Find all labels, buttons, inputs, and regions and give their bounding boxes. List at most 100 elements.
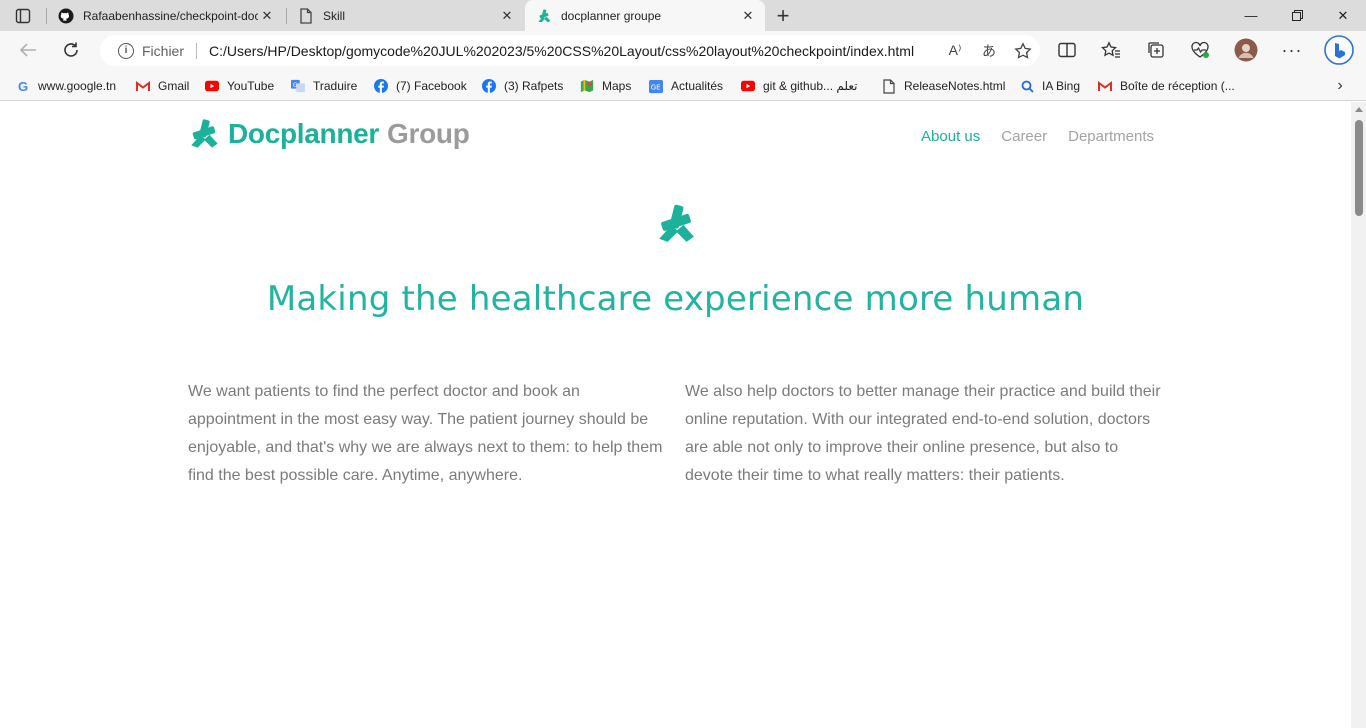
close-icon[interactable]: ✕ (498, 7, 516, 25)
chevron-right-icon: › (1337, 77, 1343, 94)
bookmark-label: Actualités (671, 79, 724, 93)
plus-icon: + (776, 3, 790, 28)
facebook-icon (482, 79, 496, 93)
bing-icon (1324, 35, 1354, 65)
bookmark-label: Traduire (313, 79, 358, 93)
tab-title: Skill (323, 8, 346, 23)
bookmark-traduire[interactable]: G Traduire (291, 75, 357, 97)
bookmark-youtube[interactable]: YouTube (205, 75, 274, 97)
read-aloud-icon[interactable]: A⁾ (938, 37, 972, 65)
more-icon: ··· (1281, 39, 1303, 60)
avatar (1234, 38, 1258, 62)
bookmark-label: (3) Rafpets (504, 79, 564, 93)
bookmark-releasenotes[interactable]: ReleaseNotes.html (882, 75, 1005, 97)
refresh-button[interactable] (56, 36, 86, 64)
browser-toolbar: i Fichier C:/Users/HP/Desktop/gomycode%2… (0, 31, 1366, 70)
page-headline: Making the healthcare experience more hu… (266, 279, 1085, 319)
intro-paragraph-patients: We want patients to find the perfect doc… (188, 383, 663, 484)
favorites-icon (1101, 41, 1120, 58)
split-screen-icon (1058, 42, 1076, 58)
scroll-up-icon[interactable] (1355, 107, 1363, 112)
bookmark-gmail[interactable]: Gmail (136, 75, 189, 97)
translate-icon[interactable]: あ (972, 37, 1006, 65)
logo-suffix-text: Group (387, 118, 470, 149)
bookmark-google[interactable]: G www.google.tn (16, 75, 116, 97)
bookmark-label: (7) Facebook (396, 79, 467, 93)
restore-button[interactable] (1274, 0, 1320, 31)
nav-career[interactable]: Career (1001, 128, 1047, 145)
performance-button[interactable] (1185, 36, 1215, 64)
gmail-icon (1098, 79, 1112, 93)
bing-copilot-button[interactable] (1322, 35, 1356, 65)
page-viewport: Docplanner Group About us Career Departm… (0, 102, 1351, 728)
address-bar[interactable]: i Fichier C:/Users/HP/Desktop/gomycode%2… (100, 35, 1040, 66)
tab-skill[interactable]: Skill ✕ (288, 0, 524, 31)
nav-departments[interactable]: Departments (1068, 128, 1154, 145)
page-scrollbar[interactable] (1351, 102, 1366, 728)
github-icon (58, 8, 74, 24)
restore-icon (1291, 10, 1303, 21)
docplanner-logo-icon (191, 119, 218, 148)
docplanner-hero-icon (659, 204, 694, 242)
tab-docplanner[interactable]: docplanner groupe ✕ (525, 0, 765, 31)
bookmarks-overflow-button[interactable]: › (1328, 75, 1352, 97)
logo-brand-text: Docplanner (228, 118, 380, 149)
url-text[interactable]: C:/Users/HP/Desktop/gomycode%20JUL%20202… (209, 43, 938, 59)
collections-button[interactable] (1141, 36, 1171, 64)
close-icon[interactable]: ✕ (258, 7, 276, 25)
profile-button[interactable] (1231, 36, 1261, 64)
arrow-left-icon (19, 43, 36, 57)
refresh-icon (64, 42, 78, 57)
svg-text:G: G (293, 82, 298, 89)
collections-icon (1148, 42, 1164, 58)
favorite-star-icon[interactable] (1006, 37, 1040, 65)
search-icon (1020, 79, 1034, 93)
close-window-button[interactable]: ✕ (1320, 0, 1366, 31)
site-nav: About us Career Departments (921, 128, 1154, 145)
bookmark-label: www.google.tn (38, 79, 117, 93)
close-icon[interactable]: ✕ (739, 7, 757, 25)
youtube-icon (205, 79, 219, 93)
bookmark-label: git & github... تعلم (763, 79, 858, 93)
bookmark-git-github[interactable]: git & github... تعلم (741, 75, 857, 97)
bookmark-rafpets[interactable]: (3) Rafpets (482, 75, 563, 97)
back-button[interactable] (13, 36, 43, 64)
new-tab-button[interactable]: + (770, 3, 796, 29)
nav-about-us[interactable]: About us (921, 128, 980, 145)
bookmark-boite-reception[interactable]: Boîte de réception (... (1098, 75, 1235, 97)
minimize-icon: — (1244, 8, 1258, 23)
scrollbar-thumb[interactable] (1355, 120, 1363, 216)
tab-title: docplanner groupe (561, 8, 662, 23)
tab-actions-button[interactable] (8, 4, 38, 28)
minimize-button[interactable]: — (1228, 0, 1274, 31)
info-icon[interactable]: i (118, 42, 134, 59)
bookmark-label: Boîte de réception (... (1120, 79, 1235, 93)
bookmark-label: ReleaseNotes.html (904, 79, 1006, 93)
bookmark-label: YouTube (227, 79, 275, 93)
close-icon: ✕ (1337, 7, 1349, 23)
document-icon (298, 7, 314, 24)
bookmark-label: Gmail (158, 79, 190, 93)
bookmark-actualites[interactable]: GE Actualités (649, 75, 723, 97)
bookmark-ia-bing[interactable]: IA Bing (1020, 75, 1080, 97)
site-logo[interactable]: Docplanner Group (188, 118, 470, 150)
tab-separator (46, 8, 47, 24)
gmail-icon (136, 79, 150, 93)
favorites-button[interactable] (1096, 36, 1126, 64)
settings-more-button[interactable]: ··· (1277, 36, 1307, 64)
svg-text:GE: GE (651, 83, 661, 91)
docplanner-icon (536, 8, 552, 24)
google-icon: G (17, 78, 29, 94)
translate-icon: G (291, 79, 305, 93)
bookmark-facebook[interactable]: (7) Facebook (374, 75, 467, 97)
tab-github[interactable]: Rafaabenhassine/checkpoint-doc ✕ (48, 0, 284, 31)
document-icon (882, 78, 896, 94)
maps-icon (580, 79, 594, 93)
divider (196, 42, 198, 59)
tab-separator (286, 8, 287, 24)
tab-strip: Rafaabenhassine/checkpoint-doc ✕ Skill ✕… (0, 0, 1366, 31)
split-screen-button[interactable] (1052, 36, 1082, 64)
youtube-icon (741, 79, 755, 93)
intro-paragraph-doctors: We also help doctors to better manage th… (685, 383, 1161, 484)
bookmark-maps[interactable]: Maps (580, 75, 631, 97)
